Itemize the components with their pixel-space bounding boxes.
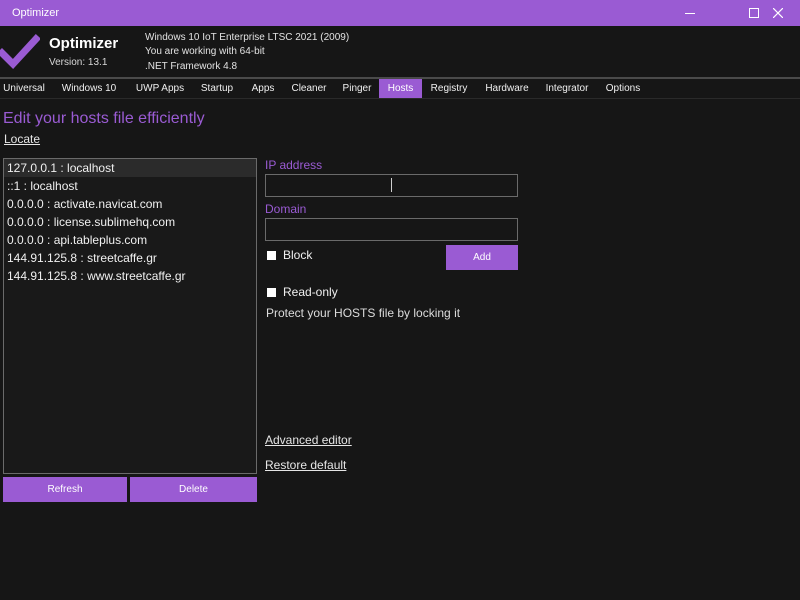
host-entry[interactable]: 0.0.0.0 : api.tableplus.com [4, 231, 256, 249]
app-name: Optimizer [49, 35, 119, 52]
window-title: Optimizer [12, 7, 60, 19]
host-entry[interactable]: 0.0.0.0 : activate.navicat.com [4, 195, 256, 213]
tab-windows-10[interactable]: Windows 10 [54, 79, 124, 98]
delete-button[interactable]: Delete [130, 477, 257, 502]
host-entry[interactable]: 144.91.125.8 : www.streetcaffe.gr [4, 267, 256, 285]
tab-apps[interactable]: Apps [246, 79, 280, 98]
read-only-checkbox[interactable] [267, 288, 276, 297]
host-entry[interactable]: ::1 : localhost [4, 177, 256, 195]
close-icon[interactable] [756, 0, 800, 26]
host-entry[interactable]: 0.0.0.0 : license.sublimehq.com [4, 213, 256, 231]
app-header: Optimizer Version: 13.1 Windows 10 IoT E… [0, 26, 800, 77]
domain-input[interactable] [265, 218, 518, 241]
locate-link[interactable]: Locate [4, 132, 40, 146]
tab-registry[interactable]: Registry [426, 79, 472, 98]
text-caret [391, 178, 392, 192]
tab-options[interactable]: Options [600, 79, 646, 98]
app-version: Version: 13.1 [49, 57, 108, 68]
host-entry[interactable]: 144.91.125.8 : streetcaffe.gr [4, 249, 256, 267]
block-label[interactable]: Block [283, 248, 312, 262]
tab-cleaner[interactable]: Cleaner [287, 79, 331, 98]
refresh-button[interactable]: Refresh [3, 477, 127, 502]
tab-strip: Universal Windows 10 UWP Apps Startup Ap… [0, 79, 800, 98]
restore-default-link[interactable]: Restore default [265, 458, 346, 472]
tab-uwp-apps[interactable]: UWP Apps [130, 79, 190, 98]
minimize-icon[interactable] [668, 0, 712, 26]
framework-info: .NET Framework 4.8 [145, 61, 238, 72]
read-only-info: Protect your HOSTS file by locking it [266, 306, 461, 320]
tab-integrator[interactable]: Integrator [540, 79, 594, 98]
domain-label: Domain [265, 202, 307, 216]
block-checkbox[interactable] [267, 251, 276, 260]
checkmark-icon [0, 34, 40, 70]
host-entry[interactable]: 127.0.0.1 : localhost [4, 159, 256, 177]
hosts-list[interactable]: 127.0.0.1 : localhost ::1 : localhost 0.… [3, 158, 257, 474]
os-info: Windows 10 IoT Enterprise LTSC 2021 (200… [145, 32, 350, 43]
advanced-editor-link[interactable]: Advanced editor [265, 433, 352, 447]
arch-info: You are working with 64-bit [145, 46, 265, 57]
ip-address-label: IP address [265, 158, 323, 172]
tab-startup[interactable]: Startup [196, 79, 238, 98]
tab-divider [0, 98, 800, 99]
add-button[interactable]: Add [446, 245, 518, 270]
page-heading: Edit your hosts file efficiently [3, 110, 205, 127]
tab-hardware[interactable]: Hardware [480, 79, 534, 98]
tab-pinger[interactable]: Pinger [338, 79, 376, 98]
tab-universal[interactable]: Universal [0, 79, 48, 98]
read-only-label[interactable]: Read-only [283, 285, 338, 299]
tab-hosts[interactable]: Hosts [379, 79, 422, 98]
